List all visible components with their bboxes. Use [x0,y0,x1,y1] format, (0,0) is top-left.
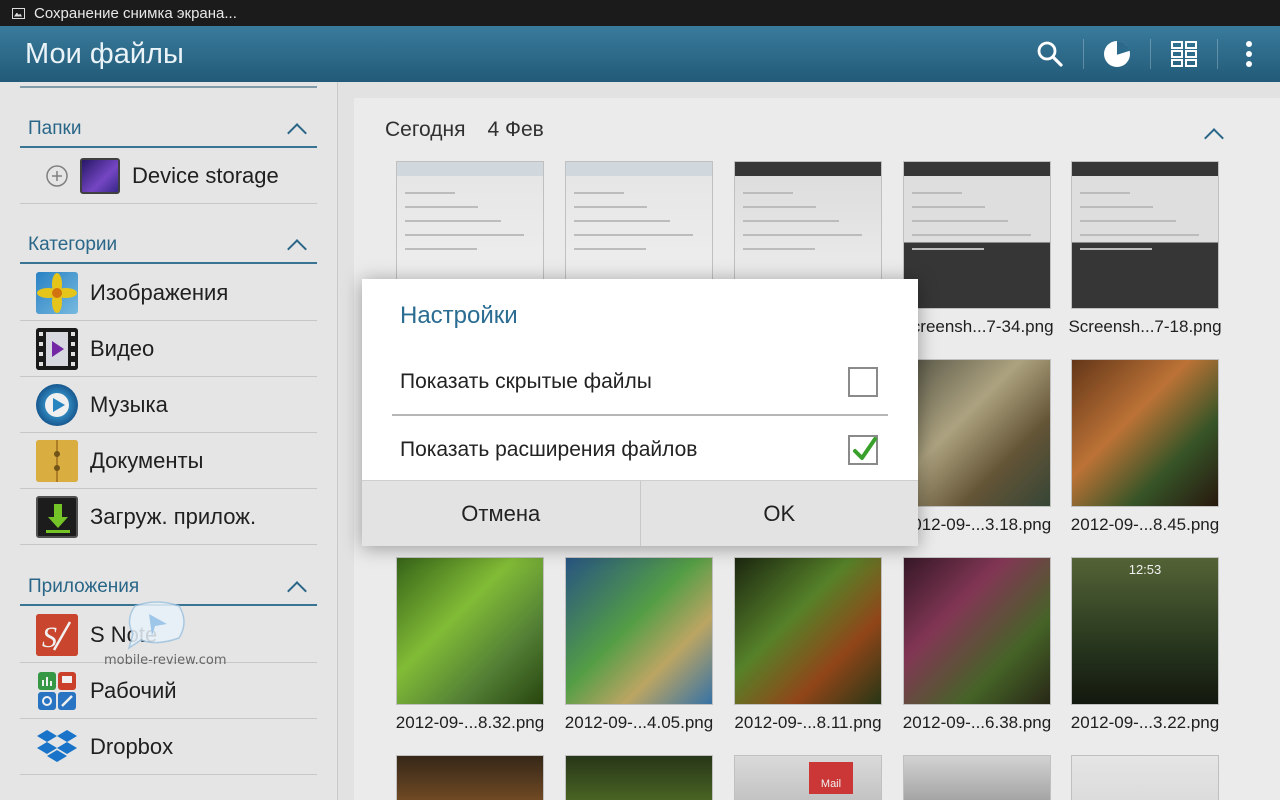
overflow-menu-icon[interactable] [1218,26,1280,82]
option-show-hidden-files[interactable]: Показать скрытые файлы [392,350,888,416]
checkmark-icon [853,437,877,460]
grid-view-icon[interactable] [1151,26,1217,82]
option-label: Показать скрытые файлы [400,370,652,393]
dialog-button-bar: Отмена OK [362,480,918,546]
watermark-bubble-icon [127,601,185,650]
watermark-text: mobile-review.com [104,653,227,668]
screenshot-notification-icon [12,7,25,19]
status-bar: Сохранение снимка экрана... [0,0,1280,26]
storage-chart-icon[interactable] [1084,26,1150,82]
action-bar: Мои файлы [0,26,1280,82]
dialog-title: Настройки [400,302,518,329]
settings-dialog: Настройки Показать скрытые файлы Показат… [362,279,918,546]
option-show-file-extensions[interactable]: Показать расширения файлов [392,417,888,483]
option-label: Показать расширения файлов [400,438,698,461]
search-icon[interactable] [1017,26,1083,82]
show-hidden-files-checkbox[interactable] [848,367,878,397]
ok-button[interactable]: OK [639,481,919,546]
cancel-button[interactable]: Отмена [362,481,640,546]
status-notification-text: Сохранение снимка экрана... [34,4,237,22]
app-title: Мои файлы [25,37,184,70]
show-file-extensions-checkbox[interactable] [848,435,878,465]
